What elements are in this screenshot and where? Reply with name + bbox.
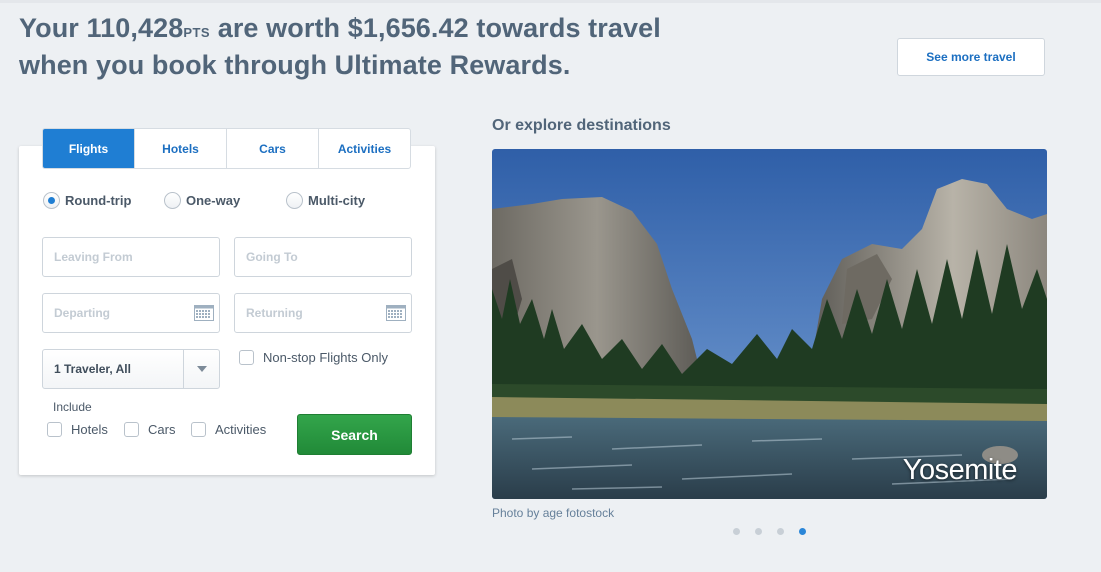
carousel-dot-3[interactable] bbox=[777, 528, 784, 535]
top-border bbox=[0, 0, 1101, 3]
trip-type-multi-city[interactable]: Multi-city bbox=[286, 192, 365, 209]
leaving-from-input[interactable]: Leaving From bbox=[42, 237, 220, 277]
tab-hotels[interactable]: Hotels bbox=[134, 129, 226, 168]
points-unit: PTS bbox=[183, 25, 211, 40]
going-to-placeholder: Going To bbox=[246, 250, 298, 264]
yosemite-landscape-image bbox=[492, 149, 1047, 499]
calendar-icon[interactable] bbox=[386, 305, 406, 321]
returning-date-input[interactable]: Returning bbox=[234, 293, 412, 333]
include-activities-option[interactable]: Activities bbox=[191, 422, 266, 437]
rewards-headline: Your 110,428PTS are worth $1,656.42 towa… bbox=[19, 12, 661, 82]
include-hotels-label: Hotels bbox=[71, 422, 108, 437]
chevron-down-icon[interactable] bbox=[183, 350, 219, 388]
points-value-text: are worth $1,656.42 towards travel bbox=[210, 13, 661, 43]
rewards-headline-line2: when you book through Ultimate Rewards. bbox=[19, 50, 571, 80]
radio-round-trip-label: Round-trip bbox=[65, 193, 132, 208]
nonstop-checkbox[interactable] bbox=[239, 350, 254, 365]
tab-cars[interactable]: Cars bbox=[226, 129, 318, 168]
radio-multi-city[interactable] bbox=[286, 192, 303, 209]
destination-name: Yosemite bbox=[902, 454, 1018, 486]
include-cars-checkbox[interactable] bbox=[124, 422, 139, 437]
booking-tabs: Flights Hotels Cars Activities bbox=[42, 128, 411, 169]
include-hotels-checkbox[interactable] bbox=[47, 422, 62, 437]
tab-flights[interactable]: Flights bbox=[43, 129, 134, 168]
include-cars-label: Cars bbox=[148, 422, 176, 437]
tab-activities[interactable]: Activities bbox=[318, 129, 410, 168]
departing-placeholder: Departing bbox=[54, 306, 111, 320]
leaving-from-placeholder: Leaving From bbox=[54, 250, 133, 264]
carousel-dot-1[interactable] bbox=[733, 528, 740, 535]
trip-type-one-way[interactable]: One-way bbox=[164, 192, 240, 209]
trip-type-round-trip[interactable]: Round-trip bbox=[43, 192, 131, 209]
points-amount: Your 110,428 bbox=[19, 13, 184, 43]
radio-multi-city-label: Multi-city bbox=[308, 193, 366, 208]
include-hotels-option[interactable]: Hotels bbox=[47, 422, 108, 437]
see-more-travel-button[interactable]: See more travel bbox=[897, 38, 1045, 76]
include-activities-checkbox[interactable] bbox=[191, 422, 206, 437]
include-cars-option[interactable]: Cars bbox=[124, 422, 175, 437]
radio-round-trip[interactable] bbox=[43, 192, 60, 209]
radio-one-way-label: One-way bbox=[186, 193, 241, 208]
photo-credit: Photo by age fotostock bbox=[492, 506, 615, 520]
going-to-input[interactable]: Going To bbox=[234, 237, 412, 277]
destination-photo[interactable]: Yosemite bbox=[492, 149, 1047, 499]
nonstop-label: Non-stop Flights Only bbox=[263, 350, 388, 365]
travelers-value: 1 Traveler, All bbox=[54, 362, 131, 376]
explore-destinations-title: Or explore destinations bbox=[492, 117, 671, 134]
nonstop-option[interactable]: Non-stop Flights Only bbox=[239, 350, 388, 365]
include-label: Include bbox=[53, 400, 92, 414]
carousel-dot-2[interactable] bbox=[755, 528, 762, 535]
search-button[interactable]: Search bbox=[297, 414, 412, 455]
carousel-dot-4[interactable] bbox=[799, 528, 806, 535]
calendar-icon[interactable] bbox=[194, 305, 214, 321]
radio-one-way[interactable] bbox=[164, 192, 181, 209]
carousel-dots bbox=[733, 528, 821, 535]
travelers-select[interactable]: 1 Traveler, All bbox=[42, 349, 220, 389]
rewards-headline-line1: Your 110,428PTS are worth $1,656.42 towa… bbox=[19, 12, 661, 49]
include-activities-label: Activities bbox=[215, 422, 267, 437]
returning-placeholder: Returning bbox=[246, 306, 303, 320]
departing-date-input[interactable]: Departing bbox=[42, 293, 220, 333]
